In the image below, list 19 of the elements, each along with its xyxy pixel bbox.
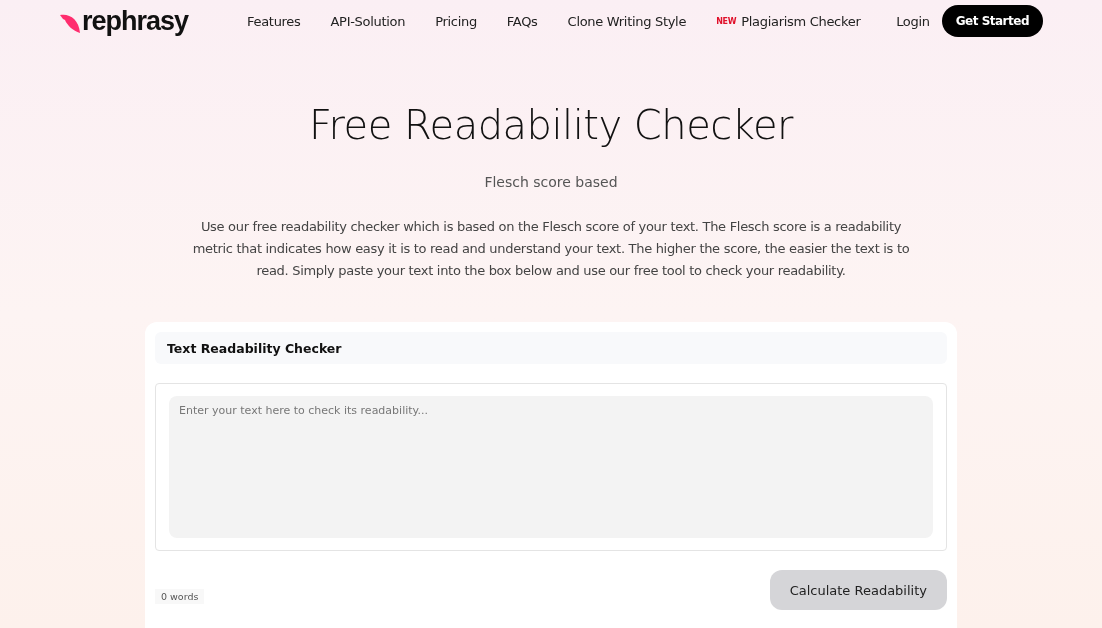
page-title: Free Readability Checker bbox=[308, 102, 794, 148]
feather-icon bbox=[59, 12, 81, 35]
nav-link[interactable]: Pricing bbox=[435, 13, 477, 29]
logo[interactable]: rephrasy bbox=[82, 7, 189, 35]
word-count: 0 words bbox=[155, 589, 205, 604]
new-label: NEW bbox=[716, 16, 737, 26]
card-title: Text Readability Checker bbox=[155, 332, 947, 364]
description: Use our free readability checker which is based on the Flesch score of your text. The Flesch score is a readability metric that indicates how easy it is to read and understand your text. The higher the score, the easier the text is to read. Simply paste your text into the box below and use our free tool to check your readability. bbox=[191, 218, 911, 280]
login-link[interactable]: Login bbox=[896, 13, 930, 29]
get-started-button[interactable]: Get Started bbox=[941, 5, 1043, 37]
nav-link[interactable]: Clone Writing Style bbox=[567, 13, 687, 29]
nav-link[interactable]: API-Solution bbox=[330, 13, 406, 29]
nav-link[interactable]: NEW Plagiarism Checker bbox=[716, 13, 861, 29]
text-input[interactable]: Enter your text here to check its readability... bbox=[169, 396, 933, 538]
calculate-button[interactable]: Calculate Readability bbox=[769, 570, 947, 610]
subtitle: Flesch score based bbox=[484, 174, 618, 190]
nav-link[interactable]: FAQs bbox=[506, 13, 538, 29]
nav-link-label: Plagiarism Checker bbox=[741, 13, 861, 29]
nav-link[interactable]: Features bbox=[247, 13, 301, 29]
